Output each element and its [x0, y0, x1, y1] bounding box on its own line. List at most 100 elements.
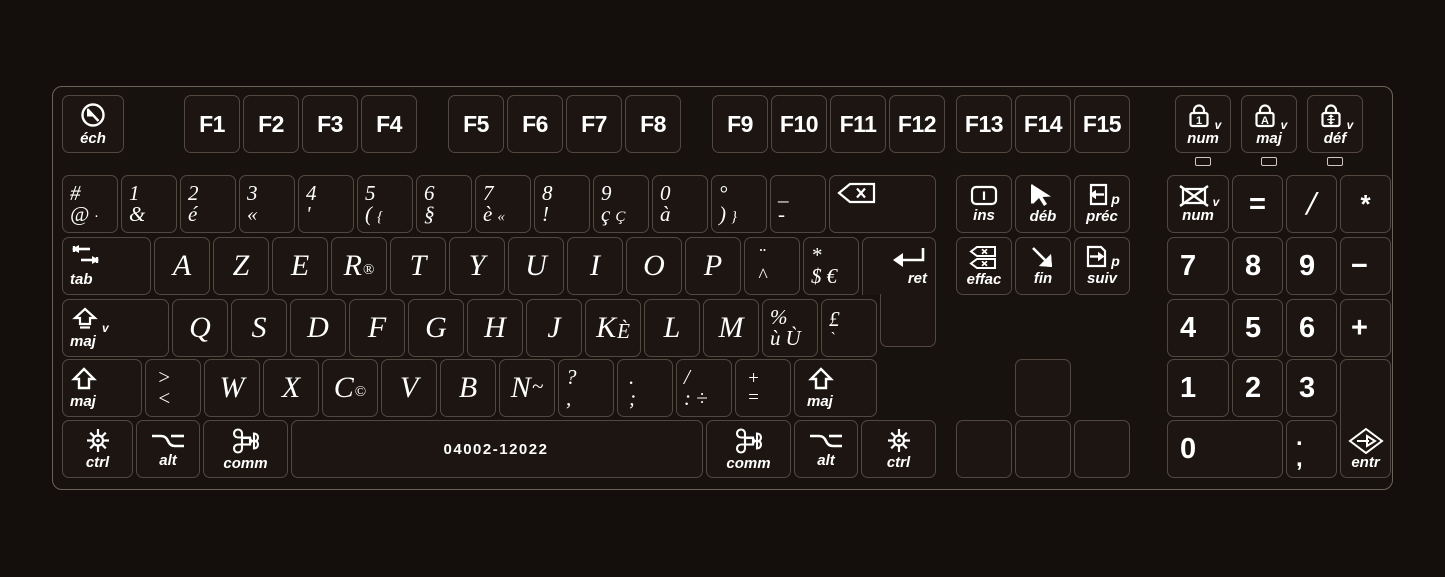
- key-numpad-minus[interactable]: −: [1340, 237, 1391, 295]
- key-numpad-equals[interactable]: =: [1232, 175, 1283, 233]
- key-numpad-1[interactable]: 1: [1167, 359, 1229, 417]
- key-return[interactable]: ret: [862, 237, 936, 295]
- key-numpad-9[interactable]: 9: [1286, 237, 1337, 295]
- key-s[interactable]: S: [231, 299, 287, 357]
- key-star-dollar-euro[interactable]: * $ €: [803, 237, 859, 295]
- key-f[interactable]: F: [349, 299, 405, 357]
- key-numpad-2[interactable]: 2: [1232, 359, 1283, 417]
- key-i[interactable]: I: [567, 237, 623, 295]
- key-control-left[interactable]: ctrl: [62, 420, 133, 478]
- key-numpad-enter[interactable]: entr: [1340, 359, 1391, 478]
- key-6-section[interactable]: 6 §: [416, 175, 472, 233]
- key-underscore-dash[interactable]: _ -: [770, 175, 826, 233]
- key-p[interactable]: P: [685, 237, 741, 295]
- key-9-ccedilla[interactable]: 9 ç Ç: [593, 175, 649, 233]
- key-h[interactable]: H: [467, 299, 523, 357]
- key-c[interactable]: C ©: [322, 359, 378, 417]
- key-r[interactable]: R ®: [331, 237, 387, 295]
- key-hash-at[interactable]: # @ ·: [62, 175, 118, 233]
- key-f2[interactable]: F2: [243, 95, 299, 153]
- key-8-exclam[interactable]: 8 !: [534, 175, 590, 233]
- key-caps-lock-indicator[interactable]: A v maj: [1241, 95, 1297, 153]
- key-d[interactable]: D: [290, 299, 346, 357]
- key-numpad-3[interactable]: 3: [1286, 359, 1337, 417]
- key-f4[interactable]: F4: [361, 95, 417, 153]
- key-f1[interactable]: F1: [184, 95, 240, 153]
- key-f13[interactable]: F13: [956, 95, 1012, 153]
- key-numpad-plus[interactable]: +: [1340, 299, 1391, 357]
- key-f12[interactable]: F12: [889, 95, 945, 153]
- key-angle-brackets[interactable]: > <: [145, 359, 201, 417]
- key-end[interactable]: fin: [1015, 237, 1071, 295]
- key-degree-paren[interactable]: ° ) }: [711, 175, 767, 233]
- key-arrow-right[interactable]: [1074, 420, 1130, 478]
- key-delete-forward[interactable]: effac: [956, 237, 1012, 295]
- key-u[interactable]: U: [508, 237, 564, 295]
- key-2-eacute[interactable]: 2 é: [180, 175, 236, 233]
- key-plus-equals[interactable]: + =: [735, 359, 791, 417]
- key-t[interactable]: T: [390, 237, 446, 295]
- key-alt-left[interactable]: alt: [136, 420, 200, 478]
- key-backspace[interactable]: [829, 175, 936, 233]
- key-e[interactable]: E: [272, 237, 328, 295]
- key-4-apostrophe[interactable]: 4 ': [298, 175, 354, 233]
- key-f10[interactable]: F10: [771, 95, 827, 153]
- key-shift-left[interactable]: maj: [62, 359, 142, 417]
- key-numpad-clear[interactable]: v num: [1167, 175, 1229, 233]
- key-tab[interactable]: tab: [62, 237, 151, 295]
- key-control-right[interactable]: ctrl: [861, 420, 936, 478]
- key-numpad-5[interactable]: 5: [1232, 299, 1283, 357]
- key-command-left[interactable]: comm: [203, 420, 288, 478]
- key-z[interactable]: Z: [213, 237, 269, 295]
- key-scroll-lock[interactable]: v déf: [1307, 95, 1363, 153]
- key-7-egrave[interactable]: 7 è «: [475, 175, 531, 233]
- key-percent-ugrave[interactable]: % ù Ù: [762, 299, 818, 357]
- key-numpad-0[interactable]: 0: [1167, 420, 1283, 478]
- key-f8[interactable]: F8: [625, 95, 681, 153]
- key-a[interactable]: A: [154, 237, 210, 295]
- key-b[interactable]: B: [440, 359, 496, 417]
- key-f11[interactable]: F11: [830, 95, 886, 153]
- key-f7[interactable]: F7: [566, 95, 622, 153]
- key-5-paren[interactable]: 5 ( {: [357, 175, 413, 233]
- key-f15[interactable]: F15: [1074, 95, 1130, 153]
- key-slash-colon-divide[interactable]: / : ÷: [676, 359, 732, 417]
- key-page-down[interactable]: p suiv: [1074, 237, 1130, 295]
- key-shift-right[interactable]: maj: [794, 359, 877, 417]
- key-numpad-8[interactable]: 8: [1232, 237, 1283, 295]
- key-caps-lock[interactable]: v maj: [62, 299, 169, 357]
- key-f5[interactable]: F5: [448, 95, 504, 153]
- key-question-comma[interactable]: ? ,: [558, 359, 614, 417]
- key-3-guillemet[interactable]: 3 «: [239, 175, 295, 233]
- key-num-lock[interactable]: 1 v num: [1175, 95, 1231, 153]
- key-x[interactable]: X: [263, 359, 319, 417]
- key-f9[interactable]: F9: [712, 95, 768, 153]
- key-arrow-up[interactable]: [1015, 359, 1071, 417]
- key-f14[interactable]: F14: [1015, 95, 1071, 153]
- key-pound-grave[interactable]: £ `: [821, 299, 877, 357]
- key-space[interactable]: 04002-12022: [291, 420, 703, 478]
- key-period-semicolon[interactable]: . ;: [617, 359, 673, 417]
- key-escape[interactable]: éch: [62, 95, 124, 153]
- key-numpad-7[interactable]: 7: [1167, 237, 1229, 295]
- key-f3[interactable]: F3: [302, 95, 358, 153]
- key-1-amp[interactable]: 1 &: [121, 175, 177, 233]
- key-alt-right[interactable]: alt: [794, 420, 858, 478]
- key-numpad-4[interactable]: 4: [1167, 299, 1229, 357]
- key-home[interactable]: déb: [1015, 175, 1071, 233]
- key-m[interactable]: M: [703, 299, 759, 357]
- key-n[interactable]: N ~: [499, 359, 555, 417]
- key-numpad-divide[interactable]: /: [1286, 175, 1337, 233]
- key-numpad-6[interactable]: 6: [1286, 299, 1337, 357]
- key-page-up[interactable]: p préc: [1074, 175, 1130, 233]
- key-y[interactable]: Y: [449, 237, 505, 295]
- key-arrow-down[interactable]: [1015, 420, 1071, 478]
- key-numpad-multiply[interactable]: *: [1340, 175, 1391, 233]
- key-l[interactable]: L: [644, 299, 700, 357]
- key-w[interactable]: W: [204, 359, 260, 417]
- key-command-right[interactable]: comm: [706, 420, 791, 478]
- key-g[interactable]: G: [408, 299, 464, 357]
- key-k[interactable]: K È: [585, 299, 641, 357]
- key-0-agrave[interactable]: 0 à: [652, 175, 708, 233]
- key-v[interactable]: V: [381, 359, 437, 417]
